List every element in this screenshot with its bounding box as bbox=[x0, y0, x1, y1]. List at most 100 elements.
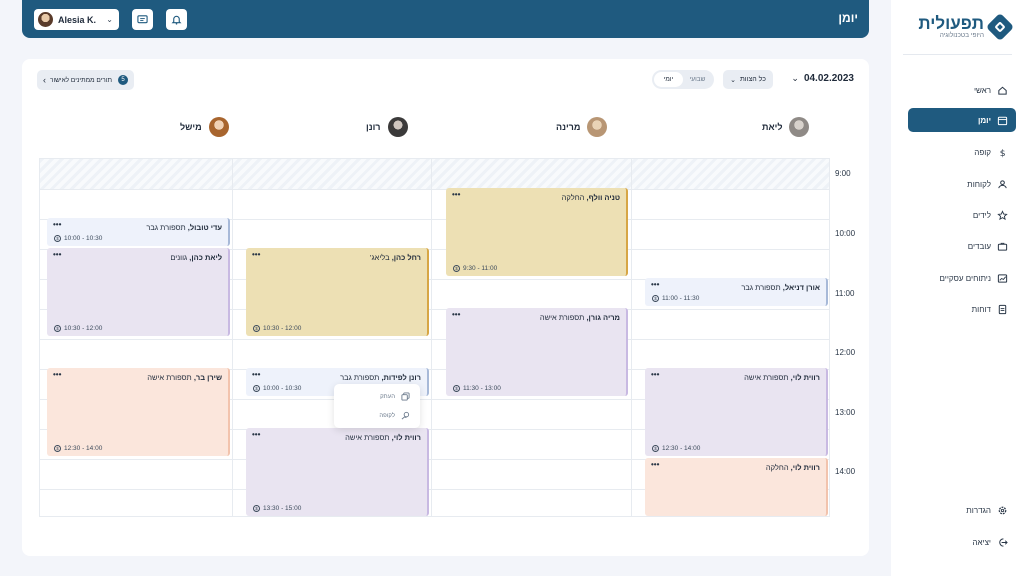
staff-name: מישל bbox=[180, 122, 202, 132]
appointment-card[interactable]: רווית לוי, תספורת אישה ••• $13:30 - 15:0… bbox=[246, 428, 429, 516]
user-name: Alesia K. bbox=[58, 14, 97, 25]
time-label: 13:00 bbox=[835, 408, 856, 417]
more-icon[interactable]: ••• bbox=[53, 221, 61, 229]
team-filter-dropdown[interactable]: ⌄ כל הצוות bbox=[723, 70, 773, 89]
users-icon bbox=[998, 179, 1007, 188]
staff-avatar bbox=[587, 117, 608, 137]
sidebar-item-register[interactable]: קופה $ bbox=[908, 140, 1016, 164]
appointment-card[interactable]: טניה וולף, החלקה ••• $9:30 - 11:00 bbox=[446, 188, 628, 276]
top-bar: Alesia K. ⌄ יומן bbox=[22, 0, 869, 38]
dollar-icon: $ bbox=[652, 295, 659, 302]
appointment-card[interactable]: אורן דניאל, תספורת גבר ••• $11:00 - 11:3… bbox=[645, 278, 828, 306]
analytics-icon bbox=[997, 273, 1008, 283]
calendar-icon bbox=[997, 116, 1008, 125]
view-weekly-tab[interactable]: שבועי bbox=[683, 76, 712, 83]
blocked-slot bbox=[40, 159, 829, 189]
payment-icon bbox=[401, 411, 410, 420]
calendar-card: ‹ תורים ממתינים לאישור 5 ⌄ 04.02.2023 ⌄ … bbox=[22, 59, 869, 556]
pending-approvals-label: תורים ממתינים לאישור bbox=[50, 76, 112, 84]
dollar-icon: $ bbox=[253, 505, 260, 512]
copy-menu-item[interactable]: העתק bbox=[334, 387, 420, 406]
sidebar-item-label: יציאה bbox=[972, 537, 991, 547]
menu-item-label: לקופה bbox=[379, 412, 395, 419]
logo-text: תפעולית bbox=[918, 14, 984, 33]
dollar-icon: $ bbox=[54, 325, 61, 332]
gear-icon bbox=[998, 506, 1007, 514]
staff-avatar bbox=[789, 117, 810, 137]
sidebar-item-customers[interactable]: לקוחות bbox=[908, 172, 1016, 196]
dollar-icon: $ bbox=[453, 385, 460, 392]
sidebar-item-calendar[interactable]: יומן bbox=[908, 108, 1016, 132]
chevron-down-icon: ⌄ bbox=[106, 15, 113, 24]
more-icon[interactable]: ••• bbox=[651, 281, 659, 289]
bell-icon bbox=[171, 15, 182, 25]
divider bbox=[903, 54, 1012, 55]
chevron-down-icon: ⌄ bbox=[730, 76, 736, 84]
more-icon[interactable]: ••• bbox=[252, 431, 260, 439]
user-menu[interactable]: Alesia K. ⌄ bbox=[34, 9, 119, 30]
pending-approvals-button[interactable]: ‹ תורים ממתינים לאישור 5 bbox=[37, 70, 134, 90]
notifications-button[interactable] bbox=[166, 9, 187, 30]
more-icon[interactable]: ••• bbox=[53, 251, 61, 259]
page-title: יומן bbox=[838, 11, 858, 25]
staff-name: ליאת bbox=[762, 122, 783, 132]
dollar-icon: $ bbox=[453, 265, 460, 272]
time-label: 10:00 bbox=[835, 229, 856, 238]
more-icon[interactable]: ••• bbox=[252, 371, 260, 379]
appointment-context-menu: העתק לקופה bbox=[334, 384, 420, 428]
sidebar-item-home[interactable]: ראשי bbox=[908, 78, 1016, 102]
sidebar-item-label: ניתוחים עסקיים bbox=[939, 273, 991, 283]
sidebar-item-employees[interactable]: עובדים bbox=[908, 234, 1016, 258]
logo-icon bbox=[985, 12, 1015, 42]
view-toggle: יומי שבועי bbox=[652, 70, 714, 89]
staff-name: מרינה bbox=[556, 122, 581, 132]
user-avatar bbox=[38, 12, 53, 27]
staff-header-ronen: רונן bbox=[366, 117, 408, 137]
appointment-card[interactable]: רחל כהן, בליאג' ••• $10:30 - 12:00 bbox=[246, 248, 429, 336]
sidebar-item-analytics[interactable]: ניתוחים עסקיים bbox=[908, 266, 1016, 290]
chevron-left-icon: ‹ bbox=[43, 75, 46, 85]
team-filter-label: כל הצוות bbox=[739, 76, 766, 83]
home-icon bbox=[998, 86, 1007, 95]
checkout-menu-item[interactable]: לקופה bbox=[334, 406, 420, 425]
sidebar-item-leads[interactable]: לידים bbox=[908, 203, 1016, 227]
staff-header-michelle: מישל bbox=[180, 117, 229, 137]
dollar-icon: $ bbox=[652, 445, 659, 452]
appointment-card[interactable]: ליאת כהן, גוונים ••• $10:30 - 12:00 bbox=[47, 248, 230, 336]
more-icon[interactable]: ••• bbox=[651, 461, 659, 469]
more-icon[interactable]: ••• bbox=[53, 371, 61, 379]
dollar-icon: $ bbox=[54, 235, 61, 242]
time-label: 9:00 bbox=[835, 169, 851, 178]
logout-icon bbox=[999, 537, 1008, 547]
more-icon[interactable]: ••• bbox=[452, 191, 460, 199]
appointment-card[interactable]: עדי טובול, תספורת גבר ••• $10:00 - 10:30 bbox=[47, 218, 230, 246]
sidebar-item-label: לקוחות bbox=[967, 179, 991, 189]
sidebar-item-logout[interactable]: יציאה bbox=[908, 530, 1016, 554]
sidebar-item-label: עובדים bbox=[967, 241, 991, 251]
menu-item-label: העתק bbox=[380, 393, 395, 400]
view-daily-tab[interactable]: יומי bbox=[654, 72, 683, 87]
star-icon bbox=[997, 209, 1008, 220]
appointment-card[interactable]: שירן בר, תספורת אישה ••• $12:30 - 14:00 bbox=[47, 368, 230, 456]
staff-header-liat: ליאת bbox=[762, 117, 810, 137]
sidebar-item-label: יומן bbox=[977, 115, 991, 125]
current-date: 04.02.2023 bbox=[803, 73, 854, 84]
appointment-card[interactable]: מריה גורן, תספורת אישה ••• $11:30 - 13:0… bbox=[446, 308, 628, 396]
date-selector[interactable]: ⌄ 04.02.2023 bbox=[791, 73, 854, 84]
logo: תפעולית היופי בטכנולוגיה bbox=[918, 12, 1015, 42]
message-icon bbox=[137, 15, 148, 24]
messages-button[interactable] bbox=[132, 9, 153, 30]
svg-text:$: $ bbox=[1000, 148, 1006, 158]
sidebar-item-settings[interactable]: הגדרות bbox=[908, 498, 1016, 522]
more-icon[interactable]: ••• bbox=[252, 251, 260, 259]
more-icon[interactable]: ••• bbox=[651, 371, 659, 379]
staff-avatar bbox=[208, 117, 229, 137]
sidebar-item-label: לידים bbox=[972, 210, 991, 220]
reports-icon bbox=[998, 304, 1007, 314]
appointment-card[interactable]: רווית לוי, החלקה ••• bbox=[645, 458, 828, 516]
sidebar-item-reports[interactable]: דוחות bbox=[908, 297, 1016, 321]
dollar-icon: $ bbox=[54, 445, 61, 452]
more-icon[interactable]: ••• bbox=[452, 311, 460, 319]
sidebar-item-label: דוחות bbox=[971, 304, 991, 314]
appointment-card[interactable]: רווית לוי, תספורת אישה ••• $12:30 - 14:0… bbox=[645, 368, 828, 456]
